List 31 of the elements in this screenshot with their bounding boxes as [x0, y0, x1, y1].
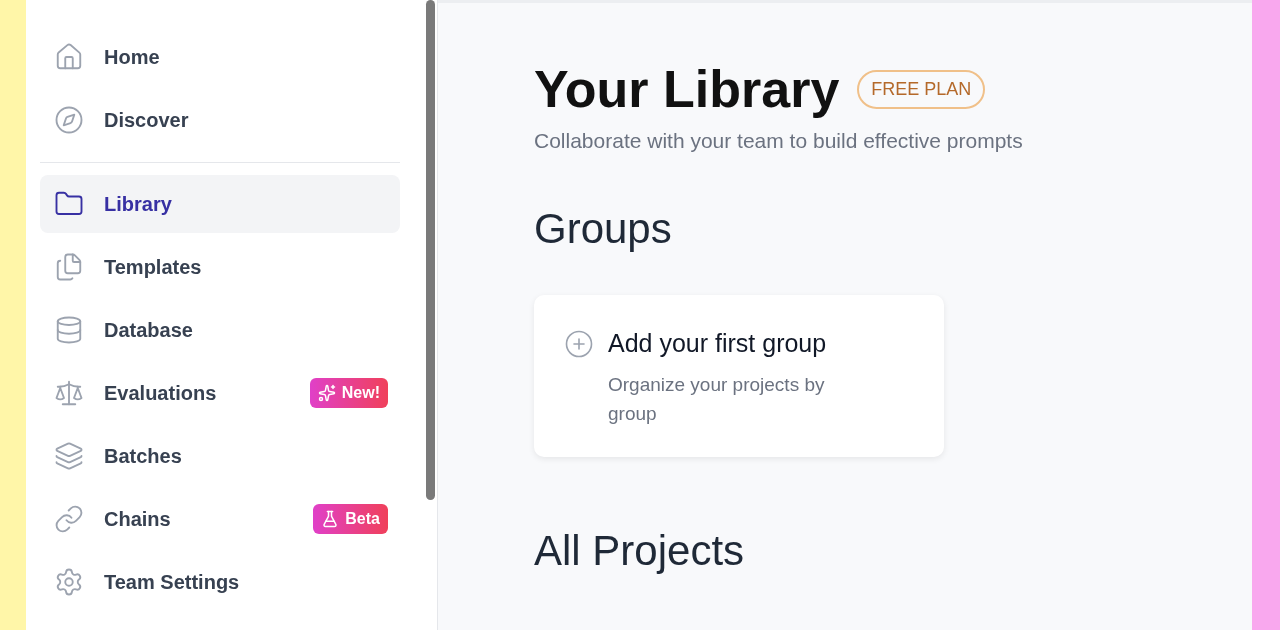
sidebar-item[interactable]: Batches [40, 427, 400, 485]
beta-badge: Beta [313, 504, 388, 534]
page-subtitle: Collaborate with your team to build effective prompts [534, 129, 1024, 153]
section-heading: All Projects [534, 527, 746, 575]
sidebar-item[interactable]: Database [40, 301, 400, 359]
sidebar-item[interactable]: Chains Beta [40, 490, 400, 548]
sidebar-item[interactable]: Discover [40, 91, 400, 149]
link-icon [54, 504, 84, 534]
card-description: Organize your projects by group [608, 373, 826, 426]
page-title: Your Library [534, 59, 840, 119]
sidebar-item[interactable]: Library [40, 175, 400, 233]
card-title: Add your first group [608, 329, 828, 358]
sidebar-item[interactable]: Templates [40, 238, 400, 296]
database-icon [54, 315, 84, 345]
sidebar-item[interactable]: Evaluations New! [40, 364, 400, 422]
files-icon [54, 252, 84, 282]
section-heading: Groups [534, 205, 673, 253]
flask-icon [321, 510, 340, 528]
layers-icon [54, 441, 84, 471]
sparkles-icon [317, 384, 336, 402]
scale-icon [54, 378, 84, 408]
add-group-card[interactable]: Add your first group Organize your projects by group [534, 295, 944, 457]
add-icon [564, 329, 594, 359]
sidebar-item[interactable]: Team Settings [40, 553, 400, 611]
sidebar-item[interactable]: Home [40, 28, 400, 86]
home-icon [54, 42, 84, 72]
new-badge: New! [309, 378, 388, 408]
plan-badge: FREE PLAN [857, 69, 986, 109]
gear-icon [54, 567, 84, 597]
scrollbar-thumb[interactable] [426, 0, 435, 500]
compass-icon [54, 105, 84, 135]
